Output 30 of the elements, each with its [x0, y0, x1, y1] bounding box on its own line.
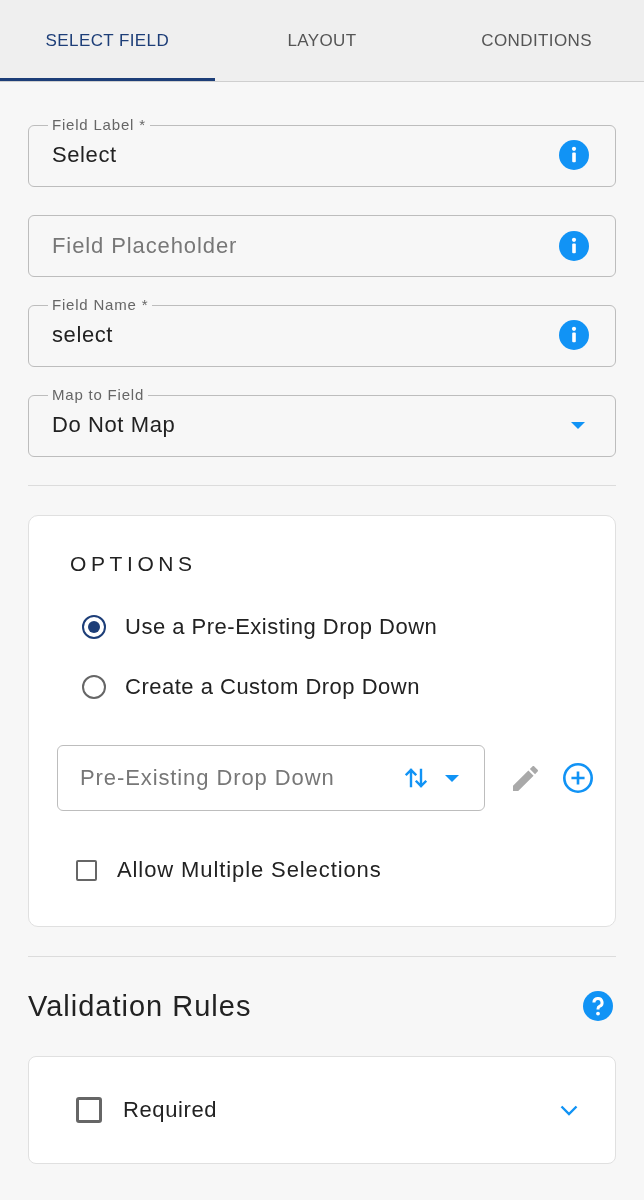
radio-button[interactable]: [82, 675, 106, 699]
section-title: OPTIONS: [70, 551, 198, 577]
caret-icon[interactable]: [445, 774, 459, 782]
info-icon[interactable]: [559, 231, 589, 261]
tab[interactable]: LAYOUT: [214, 0, 430, 81]
field-label: Field Label *: [51, 116, 147, 134]
caret-icon[interactable]: [571, 421, 585, 429]
checkbox-label[interactable]: Required: [123, 1097, 218, 1123]
text-field[interactable]: Field Placeholder: [28, 215, 616, 277]
radio-label[interactable]: Create a Custom Drop Down: [125, 674, 420, 700]
chevron-icon[interactable]: [560, 1104, 578, 1116]
field-label: Field Name *: [51, 296, 150, 314]
add-circle-icon[interactable]: [563, 763, 593, 793]
checkbox-label[interactable]: Allow Multiple Selections: [117, 857, 382, 883]
info-icon[interactable]: [559, 140, 589, 170]
radio-label[interactable]: Use a Pre-Existing Drop Down: [125, 614, 438, 640]
help-icon[interactable]: [583, 991, 613, 1021]
radio-button[interactable]: [82, 615, 106, 639]
checkbox[interactable]: [76, 859, 97, 881]
sort-icon[interactable]: [405, 768, 427, 788]
dropdown-field[interactable]: Pre-Existing Drop Down: [57, 745, 485, 811]
section-title: Validation Rules: [28, 989, 252, 1023]
dropdown-field[interactable]: Map to Field Do Not Map: [28, 386, 616, 457]
tab[interactable]: SELECT FIELD: [0, 0, 215, 81]
field-label: Map to Field: [51, 386, 146, 404]
text-field[interactable]: Field Name * select: [28, 296, 616, 367]
checkbox[interactable]: [76, 1097, 102, 1123]
tab[interactable]: CONDITIONS: [429, 0, 644, 81]
info-icon[interactable]: [559, 320, 589, 350]
text-field[interactable]: Field Label * Select: [28, 116, 616, 187]
